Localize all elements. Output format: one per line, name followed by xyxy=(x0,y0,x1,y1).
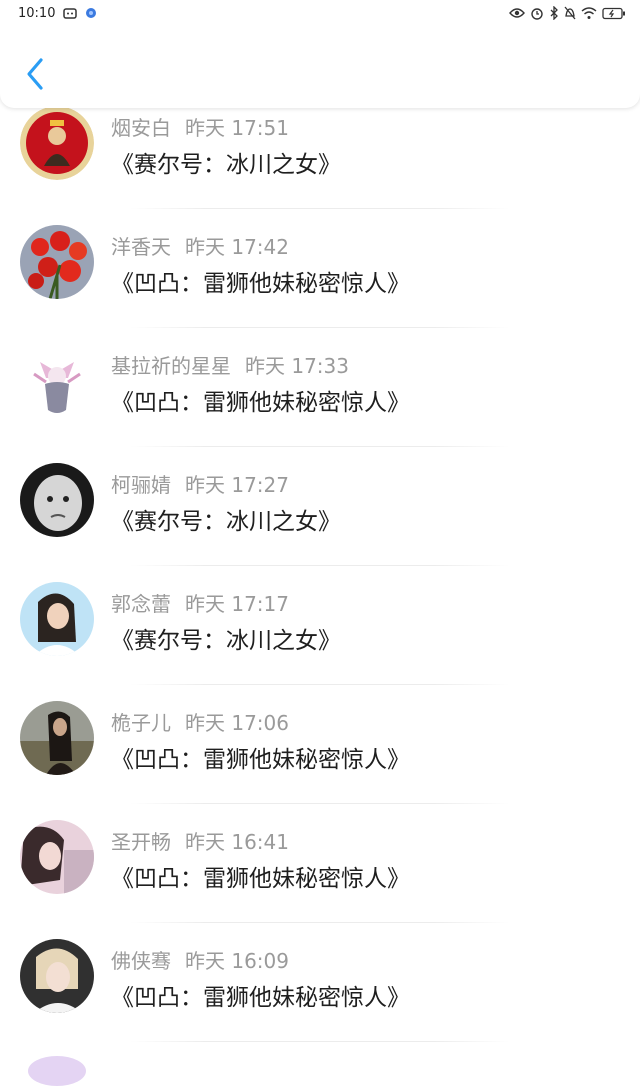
avatar-partial xyxy=(28,1056,86,1086)
back-button[interactable] xyxy=(18,54,52,94)
list-item[interactable]: 基拉祈的星星 昨天 17:33 《凹凸：雷狮他妹秘密惊人》 xyxy=(0,328,640,447)
book-title: 《凹凸：雷狮他妹秘密惊人》 xyxy=(111,985,410,1011)
timestamp: 昨天 17:17 xyxy=(185,592,289,616)
status-time: 10:10 xyxy=(18,5,56,21)
timestamp: 昨天 17:42 xyxy=(185,235,289,259)
book-title: 《凹凸：雷狮他妹秘密惊人》 xyxy=(111,390,410,416)
timestamp: 昨天 17:06 xyxy=(185,711,289,735)
sender-name: 烟安白 xyxy=(111,116,171,140)
avatar xyxy=(20,344,94,418)
avatar xyxy=(20,225,94,299)
timestamp: 昨天 17:33 xyxy=(245,354,349,378)
avatar-girl-pink xyxy=(20,820,94,894)
sender-name: 洋香天 xyxy=(111,235,171,259)
avatar xyxy=(20,939,94,1013)
status-bar: 10:10 xyxy=(0,0,640,26)
avatar xyxy=(20,106,94,180)
browser-app-icon xyxy=(86,8,97,18)
wifi-icon xyxy=(581,6,597,19)
sender-name: 郭念蕾 xyxy=(111,592,171,616)
sender-name: 基拉祈的星星 xyxy=(111,354,231,378)
avatar xyxy=(20,701,94,775)
battery-icon xyxy=(602,7,625,19)
avatar xyxy=(20,820,94,894)
sender-name: 柯骊婧 xyxy=(111,473,171,497)
avatar-girl-blonde xyxy=(20,939,94,1013)
avatar-bw-child xyxy=(20,463,94,537)
notification-app-icon xyxy=(63,8,78,19)
avatar-red-figure xyxy=(20,106,94,180)
avatar xyxy=(20,582,94,656)
avatar-girl-field xyxy=(20,701,94,775)
divider xyxy=(130,1041,510,1042)
list-item[interactable]: 洋香天 昨天 17:42 《凹凸：雷狮他妹秘密惊人》 xyxy=(0,209,640,328)
timestamp: 昨天 17:27 xyxy=(185,473,289,497)
avatar-red-flowers xyxy=(20,225,94,299)
avatar xyxy=(20,463,94,537)
list-item[interactable]: 桅子儿 昨天 17:06 《凹凸：雷狮他妹秘密惊人》 xyxy=(0,685,640,804)
chevron-left-icon xyxy=(27,58,43,90)
book-title: 《凹凸：雷狮他妹秘密惊人》 xyxy=(111,271,410,297)
timestamp: 昨天 16:41 xyxy=(185,830,289,854)
book-title: 《赛尔号：冰川之女》 xyxy=(111,509,341,535)
timestamp: 昨天 16:09 xyxy=(185,949,289,973)
eye-icon xyxy=(509,8,525,18)
book-title: 《凹凸：雷狮他妹秘密惊人》 xyxy=(111,866,410,892)
avatar-anime-doll xyxy=(20,344,94,418)
list-item[interactable]: 佛侠骞 昨天 16:09 《凹凸：雷狮他妹秘密惊人》 xyxy=(0,923,640,1042)
chat-list: 烟安白 昨天 17:51 《赛尔号：冰川之女》 洋香天 昨天 17:42 《凹凸：雷… xyxy=(0,90,640,1042)
book-title: 《凹凸：雷狮他妹秘密惊人》 xyxy=(111,747,410,773)
sender-name: 圣开畅 xyxy=(111,830,171,854)
sender-name: 桅子儿 xyxy=(111,711,171,735)
sender-name: 佛侠骞 xyxy=(111,949,171,973)
book-title: 《赛尔号：冰川之女》 xyxy=(111,628,341,654)
book-title: 《赛尔号：冰川之女》 xyxy=(111,152,341,178)
list-item[interactable]: 郭念蕾 昨天 17:17 《赛尔号：冰川之女》 xyxy=(0,566,640,685)
list-item[interactable]: 柯骊婧 昨天 17:27 《赛尔号：冰川之女》 xyxy=(0,447,640,566)
bluetooth-icon xyxy=(550,6,558,20)
list-item[interactable]: 圣开畅 昨天 16:41 《凹凸：雷狮他妹秘密惊人》 xyxy=(0,804,640,923)
mute-icon xyxy=(564,6,576,20)
avatar-girl-sky xyxy=(20,582,94,656)
timestamp: 昨天 17:51 xyxy=(185,116,289,140)
alarm-icon xyxy=(531,8,543,20)
